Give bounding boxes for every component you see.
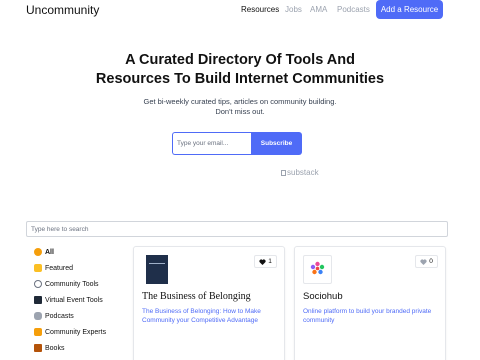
category-label: Community Tools [45,280,99,288]
category-podcasts[interactable]: Podcasts [34,312,74,320]
category-virtual-event-tools[interactable]: Virtual Event Tools [34,296,103,304]
search-input[interactable]: Type here to search [26,221,448,237]
nav-podcasts[interactable]: Podcasts [337,5,370,14]
hero-subtitle-line-1: Get bi-weekly curated tips, articles on … [143,97,337,106]
email-input[interactable]: Type your email... [172,132,252,155]
category-community-tools[interactable]: Community Tools [34,280,99,288]
category-label: Books [45,344,65,352]
hero-title-line-2: Resources To Build Internet Communities [95,71,385,87]
handshake-icon [34,328,42,336]
card-description: The Business of Belonging: How to Make C… [142,308,261,324]
monitor-icon [34,296,42,304]
nav-resources[interactable]: Resources [241,5,279,14]
category-label: Community Experts [45,328,107,336]
category-label: All [45,248,54,256]
category-label: Featured [45,264,74,272]
resource-card[interactable]: 0 Sociohub Online platform to build your… [294,246,446,360]
substack-label: substack [287,168,319,177]
category-label: Virtual Event Tools [45,296,103,304]
substack-badge[interactable]: substack [281,168,319,177]
hero-subtitle-line-2: Don't miss out. [215,107,265,116]
books-icon [34,344,42,352]
microphone-icon [34,312,42,320]
like-count: 0 [429,258,433,265]
site-header: Uncommunity Resources Jobs AMA Podcasts … [0,0,480,22]
like-button[interactable]: 0 [415,255,438,268]
book-cover-image [146,255,168,284]
subscribe-button[interactable]: Subscribe [251,132,302,155]
category-community-experts[interactable]: Community Experts [34,328,106,336]
sociohub-logo [303,255,332,284]
gear-icon [34,280,42,288]
category-label: Podcasts [45,312,74,320]
card-description: Online platform to build your branded pr… [303,308,432,324]
site-logo[interactable]: Uncommunity [26,3,99,17]
nav-ama[interactable]: AMA [310,5,327,14]
cheering-icon [34,264,42,272]
like-count: 1 [268,258,272,265]
heart-icon [420,258,427,265]
nav-jobs[interactable]: Jobs [285,5,302,14]
star-face-icon [34,248,42,256]
category-books[interactable]: Books [34,344,64,352]
like-button[interactable]: 1 [254,255,277,268]
sociohub-mark-icon [310,261,325,275]
card-title[interactable]: The Business of Belonging [142,291,251,302]
substack-icon [281,170,286,176]
category-all[interactable]: All [34,248,54,256]
heart-icon [259,258,266,265]
resource-card[interactable]: 1 The Business of Belonging The Business… [133,246,285,360]
hero-title-line-1: A Curated Directory Of Tools And [125,52,355,68]
card-title[interactable]: Sociohub [303,291,343,302]
category-featured[interactable]: Featured [34,264,73,272]
add-resource-button[interactable]: Add a Resource [376,0,443,19]
